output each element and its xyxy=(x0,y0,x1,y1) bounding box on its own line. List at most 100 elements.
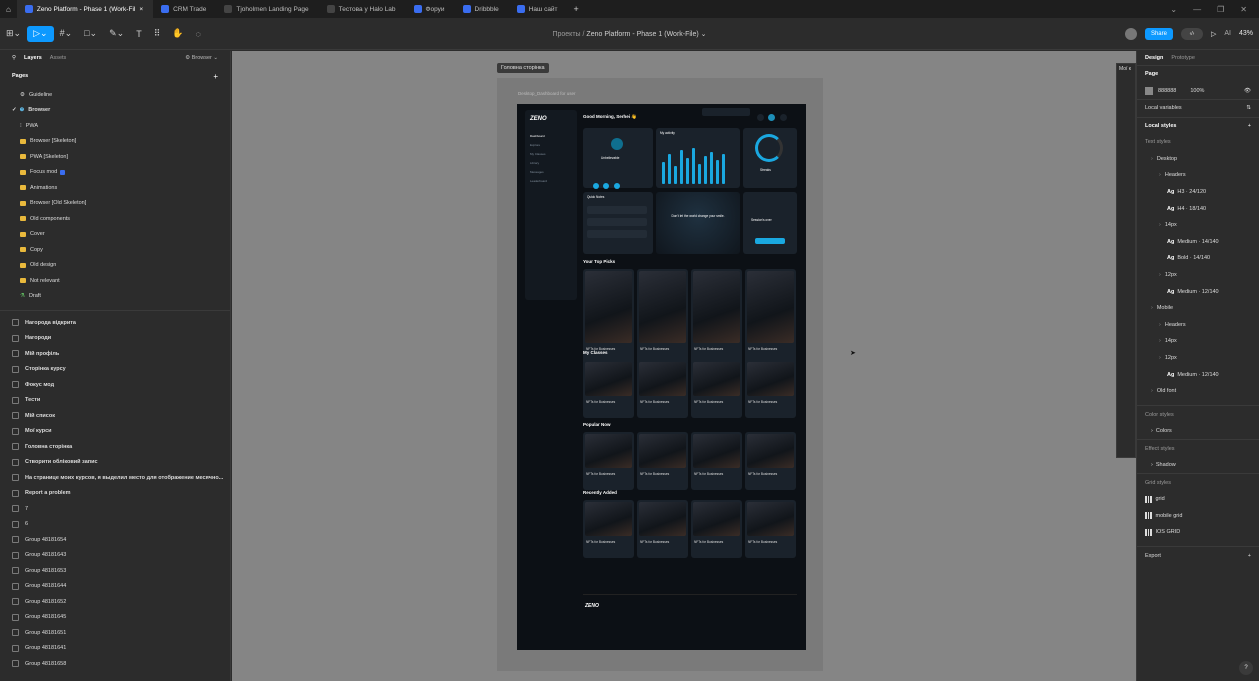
page-item[interactable]: PWA [Skeleton] xyxy=(0,149,230,165)
layer-item[interactable]: Тести xyxy=(0,393,230,409)
ai-button[interactable]: AI xyxy=(1224,30,1231,37)
text-style-item[interactable]: Ag Medium · 12/140 xyxy=(1137,366,1259,383)
tab-layers[interactable]: Layers xyxy=(24,55,42,61)
search-icon[interactable]: ⚲ xyxy=(12,55,16,61)
text-style-item[interactable]: › Desktop xyxy=(1137,151,1259,168)
text-style-item[interactable]: › Headers xyxy=(1137,167,1259,184)
chevron-down-icon[interactable]: ⌄ xyxy=(1170,5,1177,14)
layer-item[interactable]: Group 48181641 xyxy=(0,641,230,657)
grid-style-item[interactable]: IOS GRID xyxy=(1137,524,1259,541)
close-icon[interactable]: ✕ xyxy=(1240,5,1247,14)
browser-tab[interactable]: Форуи xyxy=(406,0,455,18)
dev-mode-toggle[interactable]: ‹/› xyxy=(1180,27,1203,40)
layer-item[interactable]: 7 xyxy=(0,501,230,517)
eye-icon[interactable]: 👁 xyxy=(1244,88,1251,94)
resources-icon[interactable]: ⠿ xyxy=(148,28,167,39)
layer-item[interactable]: Report a problem xyxy=(0,486,230,502)
colors-group[interactable]: › Colors xyxy=(1137,423,1259,440)
shape-tool-icon[interactable]: □⌄ xyxy=(78,28,103,39)
page-item[interactable]: ✓ ⊕ Browser xyxy=(0,103,230,119)
page-item[interactable]: Focus mod xyxy=(0,165,230,181)
tab-assets[interactable]: Assets xyxy=(50,55,67,61)
text-style-item[interactable]: › Headers xyxy=(1137,316,1259,333)
text-tool-icon[interactable]: T xyxy=(130,29,148,39)
layer-item[interactable]: Створити обліковий запис xyxy=(0,455,230,471)
layer-item[interactable]: Фокус мод xyxy=(0,377,230,393)
zoom-level[interactable]: 43% xyxy=(1239,30,1253,37)
layer-item[interactable]: Group 48181654 xyxy=(0,532,230,548)
layer-item[interactable]: Мій профіль xyxy=(0,346,230,362)
hand-tool-icon[interactable]: ✋ xyxy=(166,28,189,39)
layer-item[interactable]: На странице моих курсов, я выделил место… xyxy=(0,470,230,486)
tab-prototype[interactable]: Prototype xyxy=(1171,55,1195,61)
layer-item[interactable]: Group 48181645 xyxy=(0,610,230,626)
browser-tab[interactable]: Dribbble xyxy=(455,0,509,18)
comment-tool-icon[interactable]: ◌ xyxy=(190,29,207,39)
tab-design[interactable]: Design xyxy=(1145,55,1163,61)
layer-item[interactable]: 6 xyxy=(0,517,230,533)
text-style-item[interactable]: › 14px xyxy=(1137,333,1259,350)
add-style-icon[interactable]: + xyxy=(1248,123,1251,129)
text-style-item[interactable]: › Mobile xyxy=(1137,300,1259,317)
layer-item[interactable]: Group 48181652 xyxy=(0,594,230,610)
page-item[interactable]: ⁝ PWA xyxy=(0,118,230,134)
page-color-value[interactable]: 888888 xyxy=(1158,88,1176,94)
page-item[interactable]: Old components xyxy=(0,211,230,227)
page-item[interactable]: Copy xyxy=(0,242,230,258)
browser-tab[interactable]: Тестова у Halo Lab xyxy=(319,0,406,18)
layer-item[interactable]: Group 48181653 xyxy=(0,563,230,579)
local-variables-row[interactable]: Local variables ⇅ xyxy=(1137,100,1259,117)
text-style-item[interactable]: Ag H3 · 24/120 xyxy=(1137,184,1259,201)
breadcrumb-project[interactable]: Проекты xyxy=(552,31,580,38)
layer-item[interactable]: Group 48181658 xyxy=(0,656,230,672)
layer-item[interactable]: Мій список xyxy=(0,408,230,424)
browser-tab[interactable]: Tjoholmen Landing Page xyxy=(216,0,318,18)
page-opacity-value[interactable]: 100% xyxy=(1190,88,1204,94)
layer-item[interactable]: Group 48181651 xyxy=(0,625,230,641)
layer-item[interactable]: Нагорода відкрита xyxy=(0,315,230,331)
browser-tab[interactable]: Zeno Platform - Phase 1 (Work-Fil × xyxy=(16,0,154,18)
shadow-group[interactable]: › Shadow xyxy=(1137,457,1259,474)
avatar[interactable] xyxy=(1124,27,1137,40)
text-style-item[interactable]: Ag Medium · 12/140 xyxy=(1137,283,1259,300)
frame-tool-icon[interactable]: #⌄ xyxy=(54,28,79,39)
layer-item[interactable]: Сторінка курсу xyxy=(0,362,230,378)
page-item[interactable]: ⚗ Draft xyxy=(0,289,230,305)
close-tab-icon[interactable]: × xyxy=(139,6,143,13)
layer-item[interactable]: Group 48181643 xyxy=(0,548,230,564)
share-button[interactable]: Share xyxy=(1144,27,1173,40)
variables-icon[interactable]: ⇅ xyxy=(1246,105,1251,111)
text-style-item[interactable]: › 14px xyxy=(1137,217,1259,234)
add-export-icon[interactable]: + xyxy=(1248,553,1251,559)
new-tab-button[interactable]: + xyxy=(568,4,585,14)
page-item[interactable]: Not relevant xyxy=(0,273,230,289)
file-name[interactable]: Zeno Platform - Phase 1 (Work-File) xyxy=(586,31,698,38)
page-item[interactable]: Old design xyxy=(0,258,230,274)
design-canvas[interactable]: Головна сторінка Desktop_Dashboard for u… xyxy=(232,51,1136,681)
main-menu-icon[interactable]: ⊞⌄ xyxy=(0,28,27,39)
text-style-item[interactable]: › Old font xyxy=(1137,383,1259,400)
present-button[interactable]: ▷ xyxy=(1211,30,1216,38)
layer-item[interactable]: Мої курси xyxy=(0,424,230,440)
export-row[interactable]: Export + xyxy=(1137,547,1259,564)
layer-item[interactable]: Group 48181644 xyxy=(0,579,230,595)
home-icon[interactable]: ⌂ xyxy=(0,5,17,14)
browser-tab[interactable]: Наш сайт xyxy=(509,0,568,18)
page-background-row[interactable]: 888888 100% 👁 xyxy=(1137,83,1259,100)
inner-frame-label[interactable]: Desktop_Dashboard for user xyxy=(518,91,576,96)
page-selector[interactable]: ⚙ Browser ⌄ xyxy=(185,55,218,61)
restore-icon[interactable]: ❐ xyxy=(1217,5,1224,14)
color-swatch[interactable] xyxy=(1145,86,1153,95)
layer-item[interactable]: Нагороди xyxy=(0,331,230,347)
frame-label[interactable]: Головна сторінка xyxy=(497,63,549,73)
text-style-item[interactable]: › 12px xyxy=(1137,350,1259,367)
text-style-item[interactable]: Ag Bold · 14/140 xyxy=(1137,250,1259,267)
minimize-icon[interactable]: — xyxy=(1193,5,1201,14)
layer-item[interactable]: Головна сторінка xyxy=(0,439,230,455)
page-item[interactable]: Animations xyxy=(0,180,230,196)
page-item[interactable]: Browser [Skeleton] xyxy=(0,134,230,150)
text-style-item[interactable]: › 12px xyxy=(1137,267,1259,284)
help-button[interactable]: ? xyxy=(1239,661,1253,675)
text-style-item[interactable]: Ag Medium · 14/140 xyxy=(1137,233,1259,250)
text-style-item[interactable]: Ag H4 · 18/140 xyxy=(1137,200,1259,217)
